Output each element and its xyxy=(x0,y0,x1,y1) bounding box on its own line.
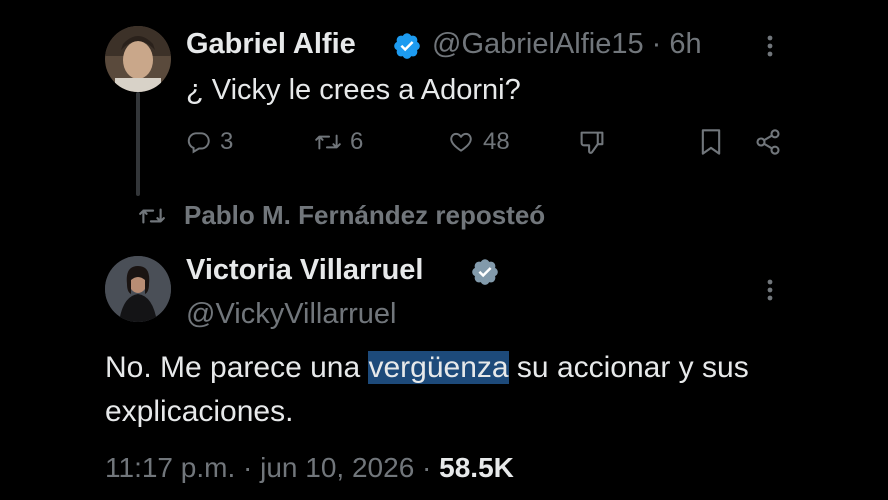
tweet2-text-before: No. Me parece una xyxy=(105,351,369,384)
tweet2-date[interactable]: jun 10, 2026 xyxy=(260,452,414,483)
thumbs-down-icon xyxy=(580,131,604,154)
tweet2-views[interactable]: 58.5K xyxy=(439,452,514,483)
reply-button[interactable]: 3 xyxy=(186,128,233,156)
tweet2-text: No. Me parece una vergüenza su accionar … xyxy=(105,346,805,434)
tweet1-author-name[interactable]: Gabriel Alfie xyxy=(186,28,356,61)
like-count: 48 xyxy=(483,128,510,155)
bookmark-icon xyxy=(701,129,721,155)
tweet2-author-name[interactable]: Victoria Villarruel xyxy=(186,254,424,287)
share-icon xyxy=(756,129,780,155)
avatar-victoria[interactable] xyxy=(105,256,171,322)
avatar-photo-icon xyxy=(105,26,171,92)
tweet2-handle[interactable]: @VickyVillarruel xyxy=(186,298,397,331)
heart-icon xyxy=(450,132,472,152)
thread-line xyxy=(136,92,140,196)
repost-count: 6 xyxy=(350,128,364,155)
avatar-photo-icon xyxy=(105,256,171,322)
tweet1-time[interactable]: 6h xyxy=(669,28,701,60)
more-options-icon[interactable] xyxy=(762,34,778,65)
tweet2-meta: 11:17 p.m. · jun 10, 2026 · 58.5K xyxy=(105,452,514,484)
tweet2-text-highlight[interactable]: vergüenza xyxy=(368,351,509,384)
dislike-button[interactable] xyxy=(578,128,606,158)
repost-notice-text: Pablo M. Fernández reposteó xyxy=(184,200,546,230)
avatar-gabriel[interactable] xyxy=(105,26,171,92)
tweet1-separator: · xyxy=(651,28,662,60)
bookmark-button[interactable] xyxy=(699,128,723,156)
reply-count: 3 xyxy=(220,128,234,155)
tweet2-time[interactable]: 11:17 p.m. xyxy=(105,452,235,483)
verified-badge-icon xyxy=(470,257,500,292)
meta-separator: · xyxy=(422,452,432,483)
repost-notice[interactable]: Pablo M. Fernández reposteó xyxy=(138,200,545,231)
more-options-icon[interactable] xyxy=(762,278,778,309)
like-button[interactable]: 48 xyxy=(447,128,510,156)
tweet1-handle[interactable]: @GabrielAlfie15 xyxy=(432,28,644,60)
reply-icon xyxy=(187,132,210,154)
meta-separator: · xyxy=(243,452,253,483)
repost-button[interactable]: 6 xyxy=(314,128,363,156)
tweet1-text: ¿ Vicky le crees a Adorni? xyxy=(186,74,521,106)
share-button[interactable] xyxy=(754,128,782,156)
verified-badge-icon xyxy=(392,31,422,66)
repost-icon xyxy=(139,207,165,224)
repost-icon xyxy=(315,134,341,150)
